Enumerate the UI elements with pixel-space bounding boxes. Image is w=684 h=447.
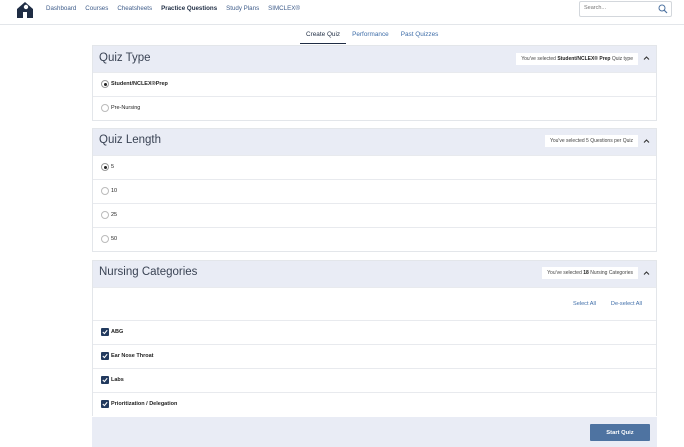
tab-create-quiz[interactable]: Create Quiz: [300, 29, 347, 44]
checkbox-checked-icon[interactable]: [101, 328, 109, 336]
section-title: Quiz Length: [99, 134, 162, 146]
option-label: 10: [111, 188, 118, 194]
nav-links: Dashboard Courses Cheatsheets Practice Q…: [46, 5, 300, 12]
radio-button[interactable]: [101, 235, 109, 243]
option-label: 5: [111, 164, 115, 170]
option-label: Student/NCLEX®Prep: [111, 81, 168, 87]
quiz-length-option[interactable]: 5: [93, 155, 656, 179]
radio-button[interactable]: [101, 163, 109, 171]
categories-status: You've selected 18 Nursing Categories: [542, 267, 638, 279]
category-item[interactable]: Ear Nose Throat: [93, 344, 656, 368]
chevron-up-icon[interactable]: [643, 138, 650, 144]
start-quiz-button[interactable]: Start Quiz: [590, 424, 650, 441]
radio-button[interactable]: [101, 104, 109, 112]
radio-button[interactable]: [101, 80, 109, 88]
category-item[interactable]: Labs: [93, 368, 656, 392]
search-box: [579, 1, 672, 17]
section-title: Nursing Categories: [99, 266, 198, 278]
select-all-link[interactable]: Select All: [573, 301, 596, 307]
option-label: Pre-Nursing: [111, 105, 141, 111]
nursing-categories-section: Nursing Categories You've selected 18 Nu…: [92, 260, 657, 416]
category-item[interactable]: ABG: [93, 320, 656, 344]
nav-link-simclex[interactable]: SIMCLEX®: [268, 5, 300, 12]
checkbox-checked-icon[interactable]: [101, 352, 109, 360]
deselect-all-link[interactable]: De-select All: [611, 301, 642, 307]
chevron-up-icon[interactable]: [643, 55, 650, 61]
top-navbar: Dashboard Courses Cheatsheets Practice Q…: [0, 0, 684, 25]
quiz-length-option[interactable]: 25: [93, 203, 656, 227]
nav-link-dashboard[interactable]: Dashboard: [46, 5, 76, 12]
tab-performance[interactable]: Performance: [346, 29, 395, 44]
category-label: Ear Nose Throat: [111, 353, 154, 359]
nav-link-courses[interactable]: Courses: [85, 5, 108, 12]
option-label: 50: [111, 236, 118, 242]
option-label: 25: [111, 212, 118, 218]
nav-link-study-plans[interactable]: Study Plans: [226, 5, 259, 12]
search-icon[interactable]: [658, 4, 668, 14]
tab-past-quizzes[interactable]: Past Quizzes: [395, 29, 445, 44]
quiz-length-header[interactable]: Quiz Length You've selected 5 Questions …: [93, 129, 656, 155]
category-label: Labs: [111, 377, 124, 383]
search-input[interactable]: [584, 5, 654, 11]
quiz-length-option[interactable]: 10: [93, 179, 656, 203]
category-label: ABG: [111, 329, 124, 335]
category-label: Prioritization / Delegation: [111, 401, 178, 407]
quiz-type-option[interactable]: Student/NCLEX®Prep: [93, 72, 656, 96]
radio-button[interactable]: [101, 211, 109, 219]
quiz-length-section: Quiz Length You've selected 5 Questions …: [92, 128, 657, 252]
category-tools: Select All De-select All: [93, 287, 656, 320]
category-item[interactable]: Prioritization / Delegation: [93, 392, 656, 416]
nav-link-practice-questions[interactable]: Practice Questions: [161, 5, 217, 12]
quiz-type-header[interactable]: Quiz Type You've selected Student/NCLEX®…: [93, 46, 656, 72]
checkbox-checked-icon[interactable]: [101, 376, 109, 384]
quiz-type-option[interactable]: Pre-Nursing: [93, 96, 656, 120]
radio-button[interactable]: [101, 187, 109, 195]
quiz-footer-bar: Start Quiz: [92, 417, 657, 447]
quiz-tabs: Create Quiz Performance Past Quizzes: [300, 29, 444, 44]
quiz-length-option[interactable]: 50: [93, 227, 656, 251]
quiz-type-section: Quiz Type You've selected Student/NCLEX®…: [92, 45, 657, 121]
nav-link-cheatsheets[interactable]: Cheatsheets: [117, 5, 152, 12]
quiz-type-status: You've selected Student/NCLEX® Prep Quiz…: [516, 53, 638, 65]
checkbox-checked-icon[interactable]: [101, 400, 109, 408]
nursing-categories-header[interactable]: Nursing Categories You've selected 18 Nu…: [93, 261, 656, 287]
chevron-up-icon[interactable]: [643, 270, 650, 276]
section-title: Quiz Type: [99, 52, 151, 64]
quiz-length-status: You've selected 5 Questions per Quiz: [544, 135, 638, 147]
home-logo-icon[interactable]: [15, 1, 35, 19]
